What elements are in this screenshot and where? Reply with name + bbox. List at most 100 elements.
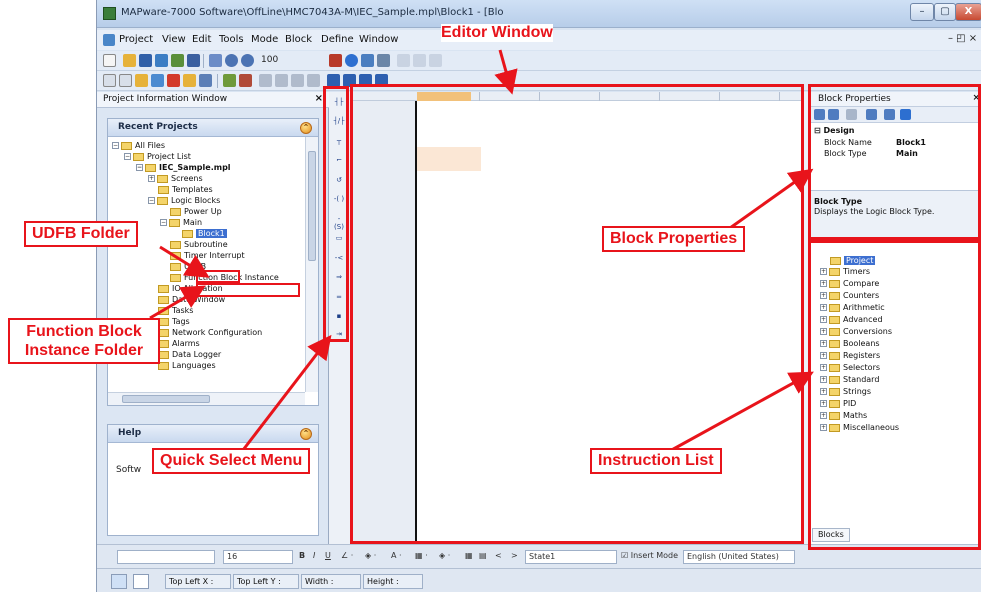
panel-close-icon[interactable]: ×: [315, 93, 323, 104]
next-state-icon[interactable]: >: [511, 551, 518, 560]
new-icon[interactable]: [103, 54, 116, 67]
menu-tools[interactable]: Tools: [219, 34, 244, 45]
menu-edit[interactable]: Edit: [192, 34, 211, 45]
screenshot-stage: MAPware-7000 Software\OffLine\HMC7043A-M…: [0, 0, 981, 592]
block-properties-label: Block Properties: [602, 226, 746, 252]
tree-node-power-up[interactable]: Power Up: [170, 206, 222, 217]
upload-icon[interactable]: [187, 54, 200, 67]
screen-icon[interactable]: [361, 54, 374, 67]
font-size-select[interactable]: 16: [223, 550, 293, 564]
zoom-in-icon[interactable]: [225, 54, 238, 67]
network-icon[interactable]: [377, 54, 390, 67]
function-block-instance-folder-label: Function Block Instance Folder: [8, 318, 160, 364]
download-icon[interactable]: [171, 54, 184, 67]
ladder-icon[interactable]: [397, 54, 410, 67]
mdi-window-controls[interactable]: – ◰ ×: [948, 33, 977, 44]
tree-node-timer-interrupt[interactable]: Timer Interrupt: [170, 250, 245, 261]
panel-header: Project Information Window ×: [97, 92, 329, 108]
tree-horizontal-scrollbar[interactable]: [108, 392, 305, 405]
open-icon[interactable]: [123, 54, 136, 67]
grid-toggle-icon[interactable]: ▦: [465, 551, 473, 560]
bold-icon[interactable]: B: [299, 551, 305, 560]
italic-icon[interactable]: I: [313, 551, 315, 560]
tree-vertical-scrollbar[interactable]: [305, 137, 318, 392]
fill-swatch[interactable]: [111, 574, 127, 589]
tree-node-data-logger[interactable]: Data Logger: [158, 349, 221, 360]
layer-icon[interactable]: ▤: [479, 551, 487, 560]
folder-icon: [170, 273, 181, 282]
tree-node-tasks[interactable]: Tasks: [158, 305, 193, 316]
folder-icon: [158, 306, 169, 315]
recent-projects-title: Recent Projects: [118, 122, 198, 132]
folder-icon[interactable]: [135, 74, 148, 87]
help-header[interactable]: Help ⌃: [108, 425, 318, 443]
project-menu-icon: [103, 34, 115, 46]
save-icon[interactable]: [139, 54, 152, 67]
border-icon[interactable]: ▦ ·: [415, 551, 428, 560]
line-swatch[interactable]: [133, 574, 149, 589]
delete-icon[interactable]: [167, 74, 180, 87]
tree-node-alarms[interactable]: Alarms: [158, 338, 200, 349]
simulate-icon[interactable]: [239, 74, 252, 87]
line-color-icon[interactable]: ∠ ·: [341, 551, 353, 560]
menu-block[interactable]: Block: [285, 34, 312, 45]
zoom-level[interactable]: 100: [261, 55, 278, 65]
folder-icon: [158, 185, 169, 194]
menu-mode[interactable]: Mode: [251, 34, 278, 45]
stop-icon[interactable]: [329, 54, 342, 67]
align-bottom-icon[interactable]: [307, 74, 320, 87]
language-select[interactable]: English (United States): [683, 550, 795, 564]
tree-node-subroutine[interactable]: Subroutine: [170, 239, 228, 250]
compile-icon[interactable]: [209, 54, 222, 67]
insert-mode-checkbox[interactable]: ☑ Insert Mode: [621, 551, 678, 560]
font-name-select[interactable]: [117, 550, 215, 564]
tree-node-all-files[interactable]: − All Files: [112, 140, 165, 151]
menu-view[interactable]: View: [162, 34, 186, 45]
coil-icon[interactable]: [429, 54, 442, 67]
user-icon[interactable]: [223, 74, 236, 87]
zoom-out-icon[interactable]: [241, 54, 254, 67]
standard-toolbar: 100: [97, 51, 981, 71]
tree-node-iec-sample[interactable]: − IEC_Sample.mpl: [136, 162, 231, 173]
fill-color-icon[interactable]: ◈ ·: [365, 551, 376, 560]
toolbar-separator: [217, 74, 218, 88]
prev-state-icon[interactable]: <: [495, 551, 502, 560]
underline-icon[interactable]: U: [325, 551, 331, 560]
contact-icon[interactable]: [413, 54, 426, 67]
menu-project[interactable]: Project: [119, 34, 153, 45]
tree-node-block1[interactable]: Block1: [182, 228, 227, 239]
menu-define[interactable]: Define: [321, 34, 354, 45]
align-left-icon[interactable]: [259, 74, 272, 87]
tree-node-logic-blocks[interactable]: − Logic Blocks: [148, 195, 220, 206]
close-button[interactable]: X: [955, 3, 981, 21]
background-icon[interactable]: ◈ ·: [439, 551, 450, 560]
folder-icon: [182, 229, 193, 238]
font-color-icon[interactable]: A ·: [391, 551, 402, 560]
collapse-icon[interactable]: ⌃: [300, 122, 312, 134]
paste-icon[interactable]: [119, 74, 132, 87]
align-right-icon[interactable]: [275, 74, 288, 87]
state-select[interactable]: State1: [525, 550, 617, 564]
grid-icon[interactable]: [199, 74, 212, 87]
save-all-icon[interactable]: [155, 54, 168, 67]
recent-projects-header[interactable]: Recent Projects ⌃: [108, 119, 318, 137]
tree-node-screens[interactable]: + Screens: [148, 173, 203, 184]
tree-node-templates[interactable]: Templates: [158, 184, 213, 195]
tree-node-tags[interactable]: Tags: [158, 316, 190, 327]
collapse-icon[interactable]: ⌃: [300, 428, 312, 440]
properties-icon[interactable]: [183, 74, 196, 87]
copy-icon[interactable]: [103, 74, 116, 87]
tree-node-network-configuration[interactable]: Network Configuration: [158, 327, 262, 338]
minimize-button[interactable]: –: [910, 3, 934, 21]
top-left-x: Top Left X :: [165, 574, 231, 589]
folder-icon: [157, 174, 168, 183]
print-icon[interactable]: [151, 74, 164, 87]
maximize-button[interactable]: ▢: [934, 3, 956, 21]
tree-node-languages[interactable]: Languages: [158, 360, 216, 371]
tree-node-main[interactable]: − Main: [160, 217, 202, 228]
menu-window[interactable]: Window: [359, 34, 398, 45]
tree-node-project-list[interactable]: − Project List: [124, 151, 191, 162]
align-top-icon[interactable]: [291, 74, 304, 87]
run-icon[interactable]: [345, 54, 358, 67]
instruction-list-label: Instruction List: [590, 448, 722, 474]
